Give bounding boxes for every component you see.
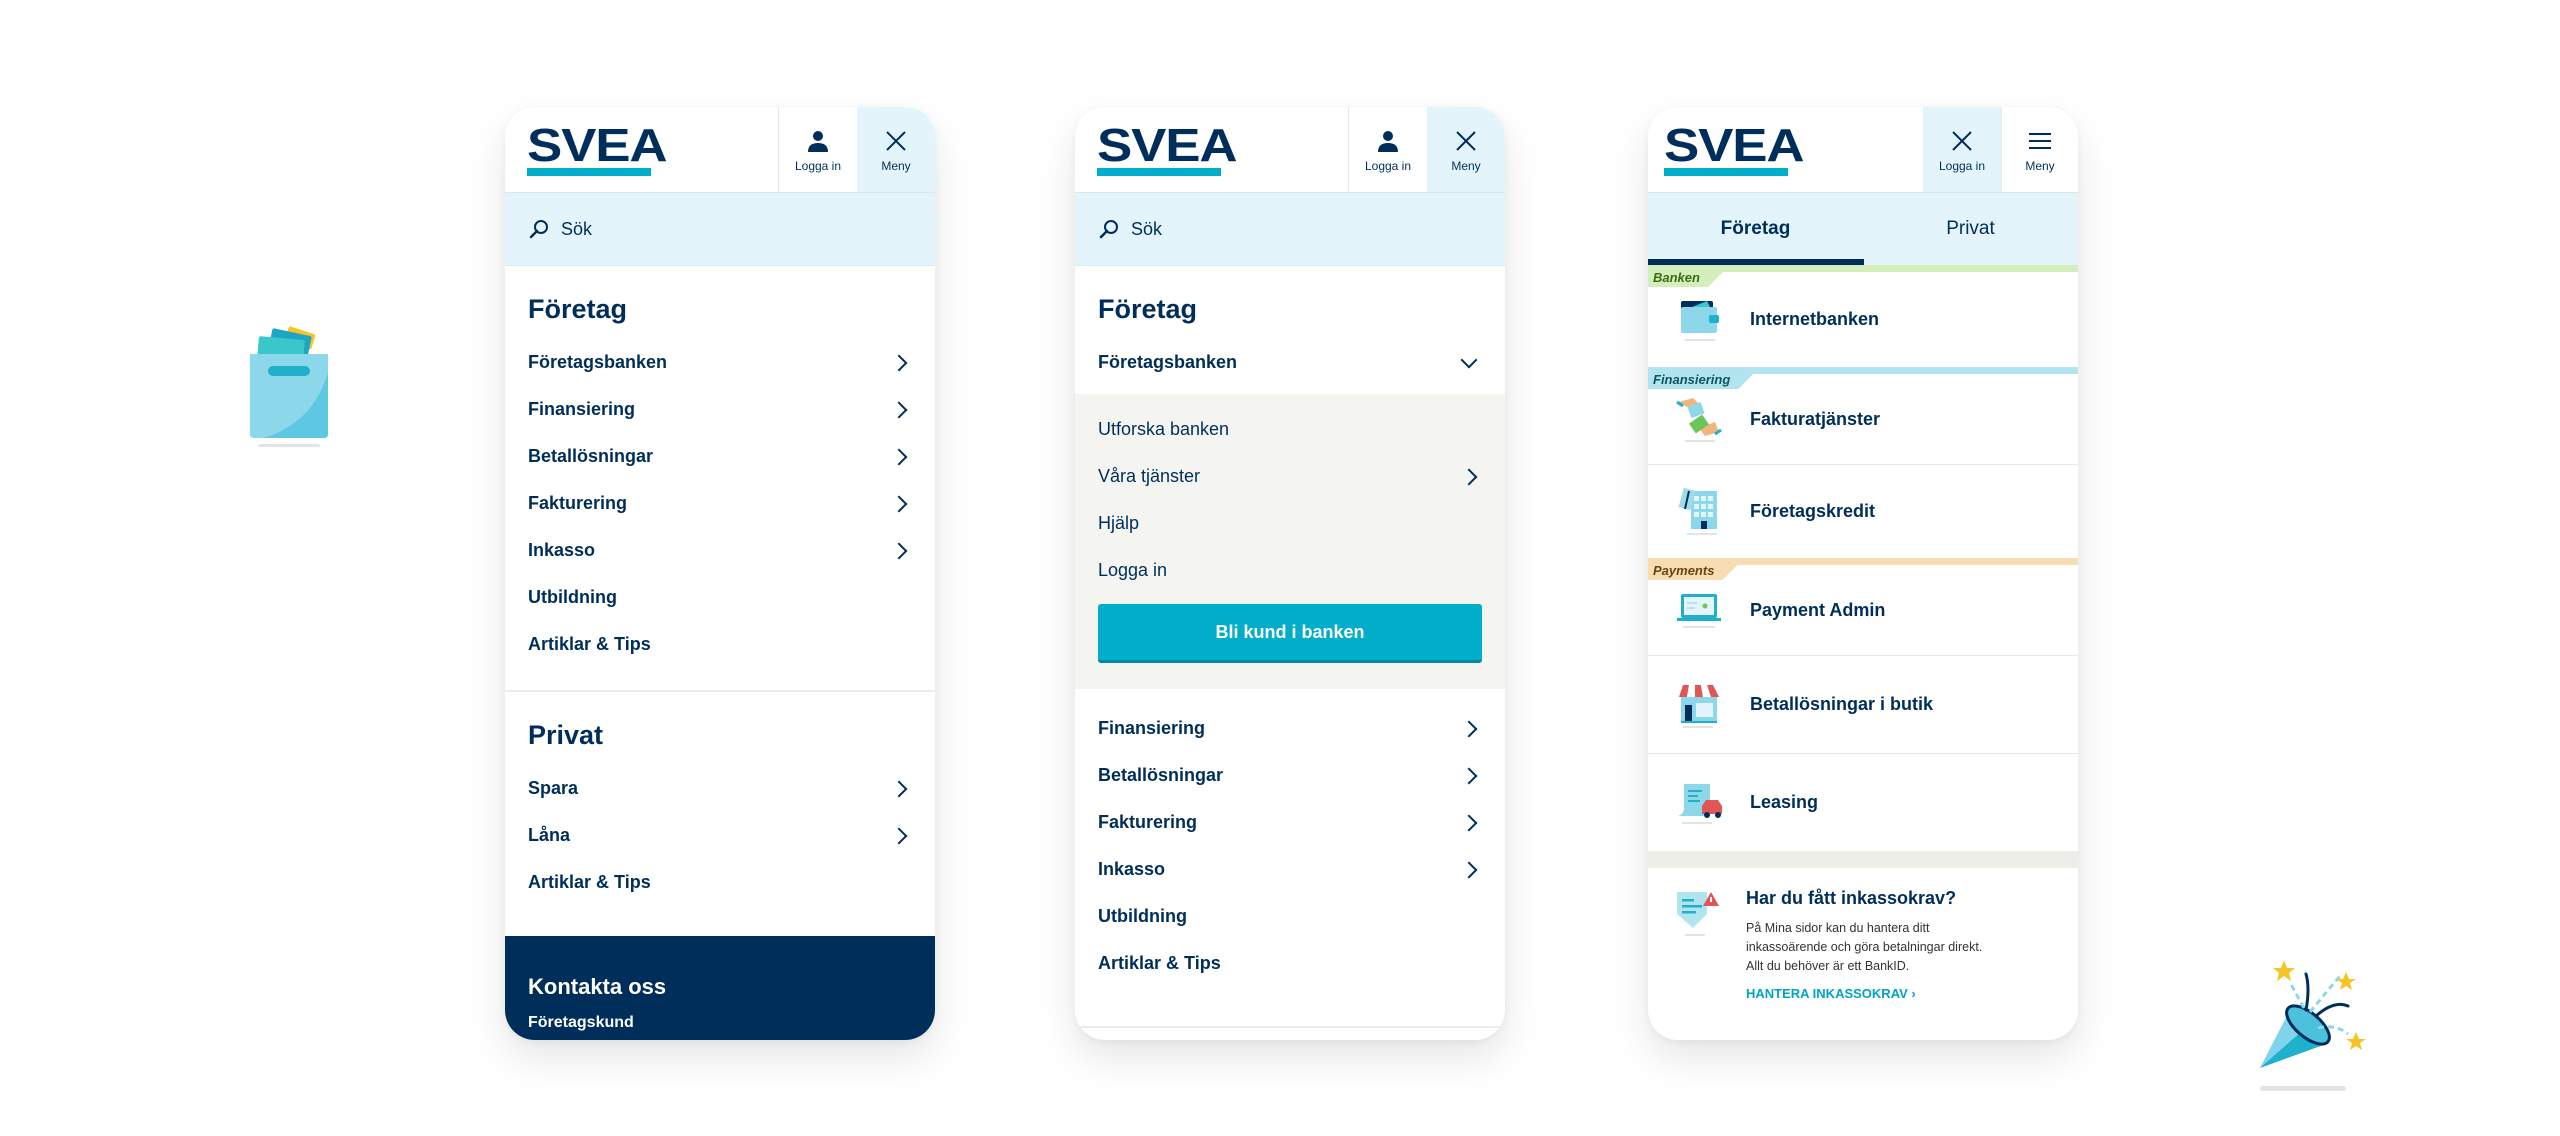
hamburger-icon [2028, 127, 2052, 155]
menu-item[interactable]: Artiklar & Tips [1075, 940, 1505, 987]
phone-screen-login: SVEA Logga in Meny Företag Privat Banken… [1648, 107, 2078, 1040]
svea-logo[interactable]: SVEA [1648, 107, 1923, 192]
wallet-icon [1648, 297, 1750, 343]
chevron-right-icon: › [1911, 986, 1916, 1001]
card-body: På Mina sidor kan du hantera ditt inkass… [1746, 921, 1983, 973]
menu-item[interactable]: Utbildning [1075, 893, 1505, 940]
search-icon [1099, 220, 1118, 239]
menu-button[interactable]: Meny [2001, 107, 2078, 192]
user-icon [806, 127, 830, 155]
chevron-down-icon [1460, 351, 1478, 368]
menu-item[interactable]: Företagsbanken [505, 339, 935, 386]
close-icon [1455, 127, 1477, 155]
chevron-right-icon [1460, 767, 1478, 784]
service-item[interactable]: Leasing [1648, 754, 2078, 851]
submenu-item[interactable]: Hjälp [1075, 500, 1505, 547]
contact-link[interactable]: Företagskund [505, 1000, 935, 1032]
chevron-right-icon [1460, 814, 1478, 831]
invoice-exchange-icon [1648, 394, 1750, 444]
chevron-right-icon [890, 448, 908, 465]
login-button[interactable]: Logga in [1923, 107, 2001, 192]
menu-item[interactable]: Artiklar & Tips [505, 859, 935, 906]
menu-item[interactable]: Finansiering [505, 386, 935, 433]
service-item[interactable]: Internetbanken [1648, 272, 2078, 367]
contact-section: Kontakta oss Företagskund [505, 936, 935, 1040]
chevron-right-icon [890, 495, 908, 512]
site-header: SVEA Logga in Meny [1648, 107, 2078, 193]
chevron-right-icon [890, 542, 908, 559]
close-icon [885, 127, 907, 155]
leasing-car-icon [1648, 780, 1750, 826]
menu-item[interactable]: Betallösningar [505, 433, 935, 480]
group-band-banken: Banken [1648, 265, 2078, 272]
chevron-right-icon [1460, 468, 1478, 485]
menu-item[interactable]: Inkasso [1075, 846, 1505, 893]
search-input[interactable]: Sök [505, 193, 935, 266]
tab-privat[interactable]: Privat [1863, 193, 2078, 265]
search-input[interactable]: Sök [1075, 193, 1505, 266]
storefront-icon [1648, 681, 1750, 729]
section-title-foretag: Företag [528, 294, 628, 324]
close-icon [1951, 127, 1973, 155]
login-button[interactable]: Logga in [778, 107, 857, 192]
phone-screen-submenu: SVEA Logga in Meny Sök Företag Företagsb… [1075, 107, 1505, 1040]
chevron-right-icon [890, 354, 908, 371]
chevron-right-icon [890, 780, 908, 797]
svea-logo[interactable]: SVEA [505, 107, 778, 192]
chevron-right-icon [1460, 861, 1478, 878]
file-box-icon [244, 322, 334, 452]
submenu-item[interactable]: Logga in [1075, 547, 1505, 594]
message-warning-icon [1648, 888, 1746, 1001]
office-building-icon [1648, 487, 1750, 537]
menu-button[interactable]: Meny [1427, 107, 1505, 192]
svea-logo[interactable]: SVEA [1075, 107, 1348, 192]
menu-item[interactable]: Inkasso [505, 527, 935, 574]
submenu-item[interactable]: Utforska banken [1075, 406, 1505, 453]
section-title-foretag: Företag [1098, 294, 1198, 324]
party-popper-icon [2248, 948, 2388, 1103]
phone-screen-menu: SVEA Logga in Meny Sök Företag Företagsb… [505, 107, 935, 1040]
group-band-finansiering: Finansiering [1648, 367, 2078, 374]
group-label: Finansiering [1648, 371, 1756, 389]
segment-tabs: Företag Privat [1648, 193, 2078, 265]
menu-item[interactable]: Spara [505, 765, 935, 812]
tab-foretag[interactable]: Företag [1648, 193, 1863, 265]
become-customer-button[interactable]: Bli kund i banken [1098, 604, 1482, 663]
card-title: Har du fått inkassokrav? [1746, 888, 1957, 908]
menu-button[interactable]: Meny [857, 107, 935, 192]
section-title-privat: Privat [528, 720, 604, 750]
login-button[interactable]: Logga in [1348, 107, 1427, 192]
group-band-payments: Payments [1648, 558, 2078, 565]
menu-item[interactable]: Låna [505, 812, 935, 859]
service-item[interactable]: Betallösningar i butik [1648, 656, 2078, 754]
menu-item-expanded[interactable]: Företagsbanken [1075, 339, 1505, 386]
section-divider [1075, 1026, 1505, 1028]
menu-item[interactable]: Finansiering [1075, 705, 1505, 752]
search-icon [529, 220, 548, 239]
contact-title: Kontakta oss [528, 974, 667, 999]
chevron-right-icon [1460, 720, 1478, 737]
manage-debt-link[interactable]: HANTERA INKASSOKRAV › [1746, 986, 2058, 1001]
site-header: SVEA Logga in Meny [1075, 107, 1505, 193]
service-item[interactable]: Företagskredit [1648, 465, 2078, 558]
menu-item[interactable]: Fakturering [1075, 799, 1505, 846]
menu-item[interactable]: Fakturering [505, 480, 935, 527]
menu-item[interactable]: Utbildning [505, 574, 935, 621]
chevron-right-icon [890, 401, 908, 418]
site-header: SVEA Logga in Meny [505, 107, 935, 193]
menu-item[interactable]: Betallösningar [1075, 752, 1505, 799]
submenu: Utforska banken Våra tjänster Hjälp Logg… [1075, 394, 1505, 689]
debt-collection-card: Har du fått inkassokrav? På Mina sidor k… [1648, 868, 2078, 1001]
submenu-item[interactable]: Våra tjänster [1075, 453, 1505, 500]
laptop-icon [1648, 590, 1750, 630]
chevron-right-icon [890, 827, 908, 844]
user-icon [1376, 127, 1400, 155]
menu-item[interactable]: Artiklar & Tips [505, 621, 935, 668]
